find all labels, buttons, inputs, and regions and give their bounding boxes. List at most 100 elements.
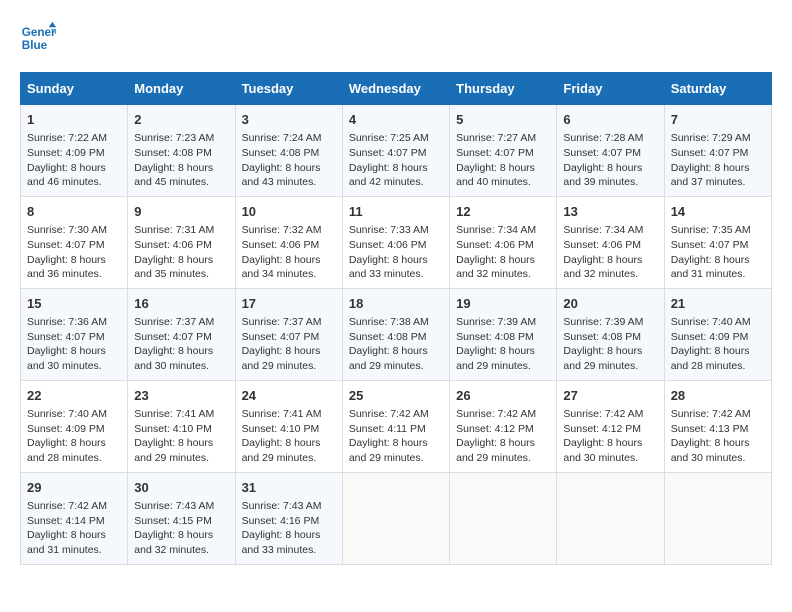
day-info: Sunrise: 7:43 AM Sunset: 4:15 PM Dayligh… <box>134 499 228 558</box>
calendar-cell: 28 Sunrise: 7:42 AM Sunset: 4:13 PM Dayli… <box>664 380 771 472</box>
calendar-cell: 8 Sunrise: 7:30 AM Sunset: 4:07 PM Daylig… <box>21 196 128 288</box>
day-number: 13 <box>563 203 657 221</box>
weekday-header: Thursday <box>450 73 557 105</box>
day-number: 30 <box>134 479 228 497</box>
day-number: 8 <box>27 203 121 221</box>
calendar-cell: 23 Sunrise: 7:41 AM Sunset: 4:10 PM Dayli… <box>128 380 235 472</box>
calendar-week-row: 8 Sunrise: 7:30 AM Sunset: 4:07 PM Daylig… <box>21 196 772 288</box>
calendar-cell: 18 Sunrise: 7:38 AM Sunset: 4:08 PM Dayli… <box>342 288 449 380</box>
day-number: 21 <box>671 295 765 313</box>
day-number: 15 <box>27 295 121 313</box>
calendar-cell: 31 Sunrise: 7:43 AM Sunset: 4:16 PM Dayli… <box>235 472 342 564</box>
logo: General Blue <box>20 20 56 56</box>
day-info: Sunrise: 7:37 AM Sunset: 4:07 PM Dayligh… <box>134 315 228 374</box>
calendar-cell: 3 Sunrise: 7:24 AM Sunset: 4:08 PM Daylig… <box>235 105 342 197</box>
day-info: Sunrise: 7:25 AM Sunset: 4:07 PM Dayligh… <box>349 131 443 190</box>
day-number: 29 <box>27 479 121 497</box>
calendar-cell: 22Sunrise: 7:40 AM Sunset: 4:09 PM Dayli… <box>21 380 128 472</box>
weekday-header: Saturday <box>664 73 771 105</box>
calendar-cell: 10Sunrise: 7:32 AM Sunset: 4:06 PM Dayli… <box>235 196 342 288</box>
logo-icon: General Blue <box>20 20 56 56</box>
calendar-cell: 21 Sunrise: 7:40 AM Sunset: 4:09 PM Dayli… <box>664 288 771 380</box>
day-info: Sunrise: 7:41 AM Sunset: 4:10 PM Dayligh… <box>242 407 336 466</box>
calendar-cell: 25 Sunrise: 7:42 AM Sunset: 4:11 PM Dayli… <box>342 380 449 472</box>
day-number: 19 <box>456 295 550 313</box>
day-info: Sunrise: 7:42 AM Sunset: 4:14 PM Dayligh… <box>27 499 121 558</box>
day-number: 27 <box>563 387 657 405</box>
day-info: Sunrise: 7:35 AM Sunset: 4:07 PM Dayligh… <box>671 223 765 282</box>
day-number: 23 <box>134 387 228 405</box>
day-info: Sunrise: 7:37 AM Sunset: 4:07 PM Dayligh… <box>242 315 336 374</box>
day-info: Sunrise: 7:23 AM Sunset: 4:08 PM Dayligh… <box>134 131 228 190</box>
calendar-cell: 15 Sunrise: 7:36 AM Sunset: 4:07 PM Dayli… <box>21 288 128 380</box>
calendar-cell <box>450 472 557 564</box>
day-number: 17 <box>242 295 336 313</box>
calendar-cell: 30 Sunrise: 7:43 AM Sunset: 4:15 PM Dayli… <box>128 472 235 564</box>
calendar-cell: 7 Sunrise: 7:29 AM Sunset: 4:07 PM Daylig… <box>664 105 771 197</box>
day-info: Sunrise: 7:32 AM Sunset: 4:06 PM Dayligh… <box>242 223 336 282</box>
calendar-table: SundayMondayTuesdayWednesdayThursdayFrid… <box>20 72 772 565</box>
day-info: Sunrise: 7:27 AM Sunset: 4:07 PM Dayligh… <box>456 131 550 190</box>
day-info: Sunrise: 7:42 AM Sunset: 4:11 PM Dayligh… <box>349 407 443 466</box>
calendar-cell: 6Sunrise: 7:28 AM Sunset: 4:07 PM Daylig… <box>557 105 664 197</box>
day-info: Sunrise: 7:30 AM Sunset: 4:07 PM Dayligh… <box>27 223 121 282</box>
day-number: 24 <box>242 387 336 405</box>
calendar-cell: 26 Sunrise: 7:42 AM Sunset: 4:12 PM Dayli… <box>450 380 557 472</box>
day-number: 6 <box>563 111 657 129</box>
day-info: Sunrise: 7:34 AM Sunset: 4:06 PM Dayligh… <box>563 223 657 282</box>
calendar-week-row: 15 Sunrise: 7:36 AM Sunset: 4:07 PM Dayli… <box>21 288 772 380</box>
day-info: Sunrise: 7:42 AM Sunset: 4:12 PM Dayligh… <box>563 407 657 466</box>
calendar-cell: 9 Sunrise: 7:31 AM Sunset: 4:06 PM Daylig… <box>128 196 235 288</box>
day-info: Sunrise: 7:42 AM Sunset: 4:12 PM Dayligh… <box>456 407 550 466</box>
day-info: Sunrise: 7:29 AM Sunset: 4:07 PM Dayligh… <box>671 131 765 190</box>
calendar-cell <box>664 472 771 564</box>
calendar-cell: 4 Sunrise: 7:25 AM Sunset: 4:07 PM Daylig… <box>342 105 449 197</box>
day-info: Sunrise: 7:34 AM Sunset: 4:06 PM Dayligh… <box>456 223 550 282</box>
weekday-header: Tuesday <box>235 73 342 105</box>
calendar-week-row: 29 Sunrise: 7:42 AM Sunset: 4:14 PM Dayli… <box>21 472 772 564</box>
calendar-cell <box>342 472 449 564</box>
calendar-week-row: 22Sunrise: 7:40 AM Sunset: 4:09 PM Dayli… <box>21 380 772 472</box>
day-info: Sunrise: 7:24 AM Sunset: 4:08 PM Dayligh… <box>242 131 336 190</box>
calendar-cell: 20Sunrise: 7:39 AM Sunset: 4:08 PM Dayli… <box>557 288 664 380</box>
calendar-cell: 17 Sunrise: 7:37 AM Sunset: 4:07 PM Dayli… <box>235 288 342 380</box>
weekday-header: Monday <box>128 73 235 105</box>
day-info: Sunrise: 7:40 AM Sunset: 4:09 PM Dayligh… <box>671 315 765 374</box>
calendar-cell: 5 Sunrise: 7:27 AM Sunset: 4:07 PM Daylig… <box>450 105 557 197</box>
calendar-cell: 29 Sunrise: 7:42 AM Sunset: 4:14 PM Dayli… <box>21 472 128 564</box>
day-info: Sunrise: 7:39 AM Sunset: 4:08 PM Dayligh… <box>563 315 657 374</box>
calendar-cell: 19Sunrise: 7:39 AM Sunset: 4:08 PM Dayli… <box>450 288 557 380</box>
day-number: 25 <box>349 387 443 405</box>
calendar-cell: 13 Sunrise: 7:34 AM Sunset: 4:06 PM Dayli… <box>557 196 664 288</box>
calendar-cell: 2 Sunrise: 7:23 AM Sunset: 4:08 PM Daylig… <box>128 105 235 197</box>
day-number: 2 <box>134 111 228 129</box>
day-number: 26 <box>456 387 550 405</box>
day-number: 11 <box>349 203 443 221</box>
calendar-week-row: 1 Sunrise: 7:22 AM Sunset: 4:09 PM Daylig… <box>21 105 772 197</box>
day-info: Sunrise: 7:43 AM Sunset: 4:16 PM Dayligh… <box>242 499 336 558</box>
day-info: Sunrise: 7:22 AM Sunset: 4:09 PM Dayligh… <box>27 131 121 190</box>
calendar-cell: 12Sunrise: 7:34 AM Sunset: 4:06 PM Dayli… <box>450 196 557 288</box>
day-number: 14 <box>671 203 765 221</box>
day-number: 22 <box>27 387 121 405</box>
day-number: 7 <box>671 111 765 129</box>
day-number: 9 <box>134 203 228 221</box>
day-number: 28 <box>671 387 765 405</box>
calendar-cell: 24 Sunrise: 7:41 AM Sunset: 4:10 PM Dayli… <box>235 380 342 472</box>
day-number: 18 <box>349 295 443 313</box>
day-number: 1 <box>27 111 121 129</box>
svg-text:Blue: Blue <box>22 39 48 52</box>
calendar-header-row: SundayMondayTuesdayWednesdayThursdayFrid… <box>21 73 772 105</box>
day-info: Sunrise: 7:31 AM Sunset: 4:06 PM Dayligh… <box>134 223 228 282</box>
day-number: 3 <box>242 111 336 129</box>
day-info: Sunrise: 7:42 AM Sunset: 4:13 PM Dayligh… <box>671 407 765 466</box>
day-number: 31 <box>242 479 336 497</box>
day-number: 5 <box>456 111 550 129</box>
day-number: 4 <box>349 111 443 129</box>
day-info: Sunrise: 7:36 AM Sunset: 4:07 PM Dayligh… <box>27 315 121 374</box>
day-info: Sunrise: 7:41 AM Sunset: 4:10 PM Dayligh… <box>134 407 228 466</box>
page-header: General Blue <box>20 20 772 56</box>
calendar-cell: 1 Sunrise: 7:22 AM Sunset: 4:09 PM Daylig… <box>21 105 128 197</box>
day-info: Sunrise: 7:38 AM Sunset: 4:08 PM Dayligh… <box>349 315 443 374</box>
day-number: 16 <box>134 295 228 313</box>
